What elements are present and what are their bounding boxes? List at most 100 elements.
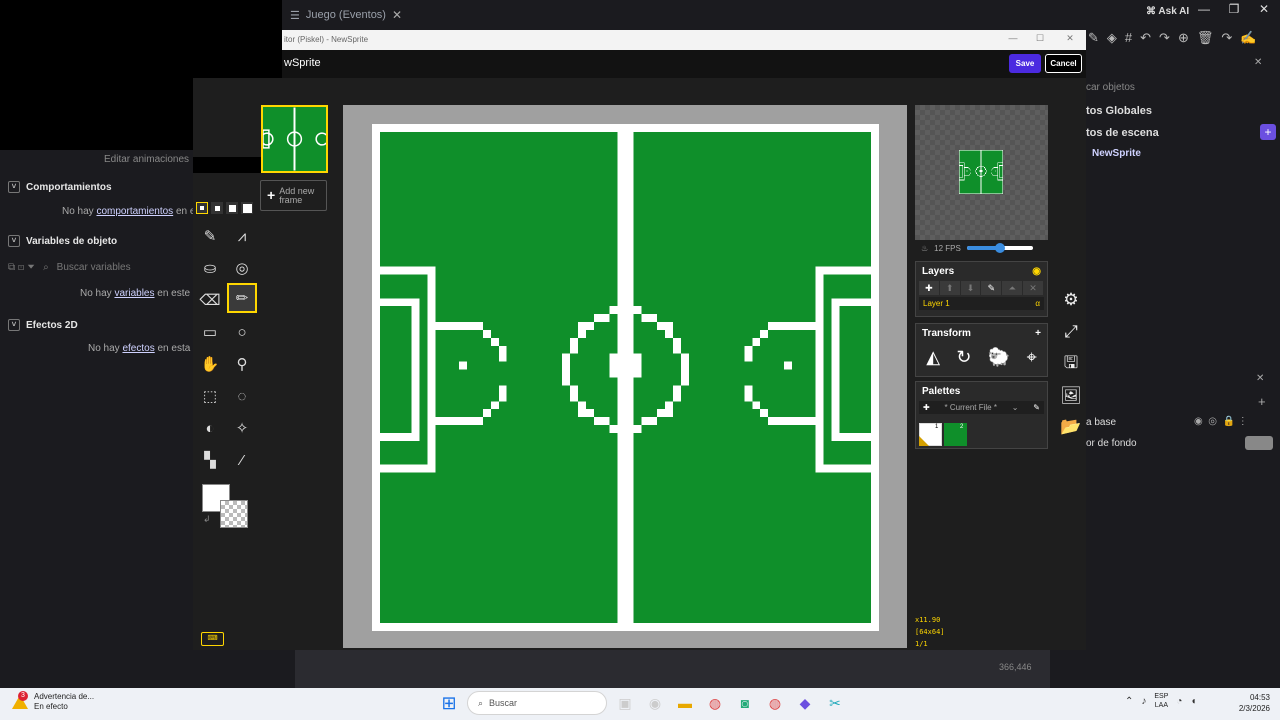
settings-gear-icon[interactable]: ⚙ xyxy=(1058,287,1084,313)
network-icon[interactable]: ◔ xyxy=(1176,696,1182,707)
secondary-color-swatch[interactable] xyxy=(220,500,248,528)
paint-bucket-icon[interactable]: ⛀ xyxy=(195,253,225,283)
pen-size-4[interactable] xyxy=(241,202,253,214)
layer-visibility-icon[interactable]: ◉ ◎ 🔒 ⋮ xyxy=(1194,416,1248,427)
swap-colors-icon[interactable]: ↲ xyxy=(203,514,211,525)
frame-thumbnail[interactable] xyxy=(261,105,328,173)
dialog-minimize-icon[interactable]: — xyxy=(1003,33,1023,43)
zoom-icon[interactable]: ⊕ xyxy=(1178,30,1189,46)
layer-item[interactable]: Layer 1 α xyxy=(919,297,1044,310)
pen-icon[interactable]: ✎ xyxy=(195,221,225,251)
move-layer-up-icon[interactable]: ⬆ xyxy=(940,281,961,295)
lasso-selection-icon[interactable]: ◌ xyxy=(227,381,257,411)
windows-start-icon[interactable]: ⊞ xyxy=(437,691,461,715)
save-disk-icon[interactable]: 🖫 xyxy=(1058,350,1084,376)
layer-opacity-icon[interactable]: α xyxy=(1035,299,1040,308)
grid-icon[interactable]: # xyxy=(1125,30,1132,46)
gdevelop-icon[interactable]: ◆ xyxy=(793,691,817,715)
eye-icon[interactable]: ◉ xyxy=(1032,266,1041,277)
drawing-canvas[interactable] xyxy=(372,124,879,631)
dialog-close-icon[interactable]: ✕ xyxy=(1060,33,1080,44)
keyboard-shortcuts-icon[interactable]: ⌨ xyxy=(201,632,224,646)
effects-section[interactable]: ˅ Efectos 2D xyxy=(8,319,78,331)
stroke-icon[interactable]: ✏ xyxy=(227,283,257,313)
background-color-swatch[interactable] xyxy=(1245,436,1273,450)
move-hand-icon[interactable]: ✋ xyxy=(195,349,225,379)
global-objects-heading[interactable]: tos Globales xyxy=(1086,105,1152,117)
layers-icon[interactable]: ◈ xyxy=(1107,30,1117,46)
shape-selection-icon[interactable]: ⚲ xyxy=(227,349,257,379)
chrome-icon[interactable]: ◍ xyxy=(703,691,727,715)
taskbar-search[interactable]: ⌕ Buscar xyxy=(467,691,607,715)
rename-layer-icon[interactable]: ✎ xyxy=(981,281,1003,295)
save-button[interactable]: Save xyxy=(1009,54,1041,73)
close-panel-icon[interactable]: ✕ xyxy=(1254,57,1262,68)
fps-slider[interactable] xyxy=(966,243,1033,253)
delete-layer-icon[interactable]: ✕ xyxy=(1023,281,1044,295)
compose-icon[interactable]: ✍ xyxy=(1240,30,1256,46)
microphone-icon[interactable]: ♪ xyxy=(1141,696,1146,707)
merge-layer-icon[interactable]: ⏶ xyxy=(1002,281,1024,295)
vertical-mirror-pen-icon[interactable]: ⩘ xyxy=(227,221,257,251)
rectangle-selection-icon[interactable]: ⬚ xyxy=(195,381,225,411)
search-variables-field[interactable]: ⧉ ⊡ ⏷ ⌕ Buscar variables xyxy=(8,262,131,273)
dialog-maximize-icon[interactable]: ☐ xyxy=(1030,33,1050,44)
edit-icon[interactable]: ✎ xyxy=(1088,30,1099,46)
redo-icon[interactable]: ↷ xyxy=(1159,30,1170,46)
close-icon[interactable]: ✕ xyxy=(1254,2,1274,16)
plus-icon[interactable]: + xyxy=(1035,328,1041,339)
move-layer-down-icon[interactable]: ⬇ xyxy=(961,281,982,295)
pen-size-3[interactable] xyxy=(226,202,238,214)
rotate-icon[interactable]: ↻ xyxy=(956,347,971,368)
snipping-tool-icon[interactable]: ✂ xyxy=(823,691,847,715)
eraser-icon[interactable]: ⌫ xyxy=(195,285,225,315)
delete-icon[interactable]: 🗑 xyxy=(1197,30,1214,46)
variables-section[interactable]: ˅ Variables de objeto xyxy=(8,235,117,247)
add-layer-icon[interactable]: + xyxy=(1258,394,1266,409)
clone-sheep-icon[interactable]: 🐑 xyxy=(988,347,1010,368)
lighten-icon[interactable]: ◐ xyxy=(195,413,225,443)
security-warning-notification[interactable]: 3 Advertencia de... En efecto xyxy=(12,691,94,712)
export-image-icon[interactable]: 🖼 xyxy=(1058,383,1084,409)
add-layer-icon[interactable]: ✚ xyxy=(919,281,940,295)
resize-icon[interactable]: ⤢ xyxy=(1058,319,1084,345)
edit-palette-icon[interactable]: ✎ xyxy=(1033,403,1040,412)
language-indicator[interactable]: ESP LAA xyxy=(1154,692,1168,710)
edit-animations-link[interactable]: Editar animaciones xyxy=(104,154,189,165)
chrome-profile-icon[interactable]: ◍ xyxy=(763,691,787,715)
close-tab-icon[interactable]: ✕ xyxy=(392,8,402,22)
ask-ai-button[interactable]: ⌘ Ask AI xyxy=(1146,6,1189,17)
paint-same-color-icon[interactable]: ◎ xyxy=(227,253,257,283)
close-layers-panel-icon[interactable]: ✕ xyxy=(1256,373,1264,384)
minimize-icon[interactable]: — xyxy=(1194,2,1214,16)
clock[interactable]: 04:53 2/3/2026 xyxy=(1228,692,1270,714)
pen-size-1[interactable] xyxy=(196,202,208,214)
file-explorer-icon[interactable]: ▬ xyxy=(673,691,697,715)
circle-icon[interactable]: ○ xyxy=(227,317,257,347)
align-center-icon[interactable]: ⌖ xyxy=(1027,347,1037,368)
color-picker-icon[interactable]: ⁄ xyxy=(227,445,257,475)
dithering-icon[interactable]: ✧ xyxy=(227,413,257,443)
undo-icon[interactable]: ↶ xyxy=(1140,30,1151,46)
plus-icon[interactable]: ✚ xyxy=(923,403,930,412)
scene-objects-heading[interactable]: tos de escena xyxy=(1086,127,1159,139)
volume-icon[interactable]: ◖ xyxy=(1190,696,1196,707)
tab-juego-eventos[interactable]: ☰ Juego (Eventos) ✕ xyxy=(282,3,410,27)
rectangle-icon[interactable]: ▭ xyxy=(195,317,225,347)
onion-skin-icon[interactable]: ♨ xyxy=(921,244,928,253)
steam-icon[interactable]: ◉ xyxy=(643,691,667,715)
task-view-icon[interactable]: ▣ xyxy=(613,691,637,715)
chevron-up-icon[interactable]: ⌃ xyxy=(1125,696,1133,707)
open-folder-icon[interactable]: 📂 xyxy=(1058,414,1084,440)
pen-size-2[interactable] xyxy=(211,202,223,214)
add-object-button[interactable]: + xyxy=(1260,124,1276,140)
search-objects-field[interactable]: car objetos xyxy=(1086,82,1135,93)
palette-select[interactable]: ✚ * Current File * ⌄ ✎ xyxy=(919,401,1044,414)
cancel-button[interactable]: Cancel xyxy=(1045,54,1082,73)
behaviors-section[interactable]: ˅ Comportamientos xyxy=(8,181,112,193)
palette-color-2[interactable] xyxy=(944,423,967,446)
xbox-app-icon[interactable]: ◙ xyxy=(733,691,757,715)
object-item-newsprite[interactable]: NewSprite xyxy=(1092,148,1141,159)
flip-icon[interactable]: ◭ xyxy=(926,347,940,368)
maximize-icon[interactable]: ❐ xyxy=(1224,2,1244,16)
